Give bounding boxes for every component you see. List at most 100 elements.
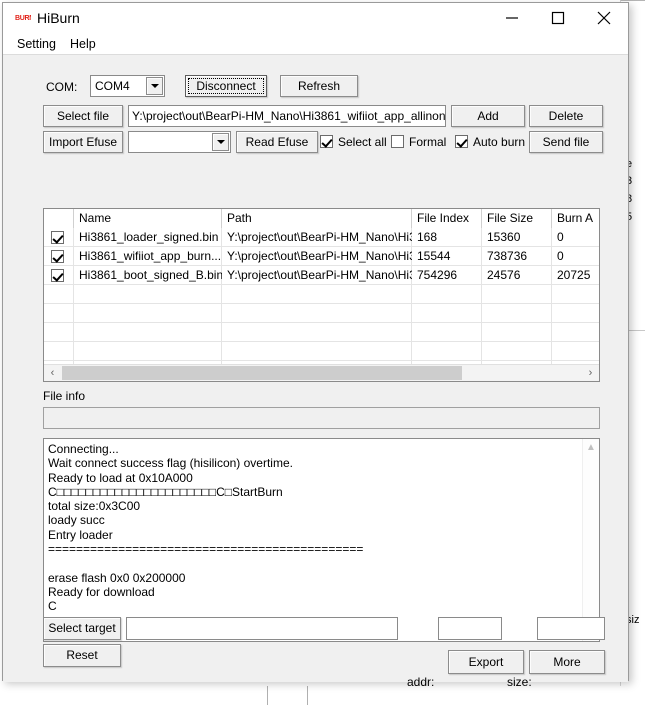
row-checkbox[interactable] — [51, 231, 64, 244]
read-efuse-button[interactable]: Read Efuse — [236, 131, 318, 153]
size-input[interactable] — [537, 617, 605, 640]
com-port-value: COM4 — [95, 79, 130, 93]
grid-line — [44, 303, 599, 304]
row-checkbox[interactable] — [51, 250, 64, 263]
scroll-left-arrow-icon[interactable]: ‹ — [44, 365, 61, 381]
send-file-button-label: Send file — [542, 135, 590, 149]
table-header-burn-addr[interactable]: Burn A — [552, 209, 599, 228]
size-label: size: — [507, 675, 532, 689]
formal-checkbox[interactable]: Formal — [391, 134, 446, 150]
file-list-table[interactable]: Name Path File Index File Size Burn A Hi… — [43, 208, 600, 382]
table-header-file-size[interactable]: File Size — [482, 209, 552, 228]
cell-path: Y:\project\out\BearPi-HM_Nano\Hi38... — [227, 268, 412, 282]
log-vertical-scrollbar[interactable]: ▲ ▼ — [582, 439, 599, 641]
cell-name: Hi3861_wifiiot_app_burn... — [79, 249, 222, 263]
scroll-right-arrow-icon[interactable]: › — [582, 365, 599, 381]
com-label: COM: — [46, 80, 78, 94]
grid-line — [44, 341, 599, 342]
add-button-label: Add — [477, 109, 499, 123]
cell-file-index: 15544 — [417, 249, 451, 263]
checkbox-box — [455, 135, 468, 148]
select-target-button-label: Select target — [48, 621, 116, 635]
cell-file-index: 168 — [417, 230, 438, 244]
import-efuse-button[interactable]: Import Efuse — [43, 131, 123, 153]
table-header-file-index[interactable]: File Index — [412, 209, 482, 228]
more-button-label: More — [553, 655, 581, 669]
table-row[interactable]: Hi3861_loader_signed.bin Y:\project\out\… — [44, 228, 599, 247]
table-row[interactable]: Hi3861_boot_signed_B.bin Y:\project\out\… — [44, 266, 599, 285]
chevron-down-icon[interactable] — [146, 77, 163, 95]
auto-burn-checkbox[interactable]: Auto burn — [455, 134, 525, 150]
title-bar: BURN HiBurn — [3, 3, 628, 33]
reset-button[interactable]: Reset — [43, 644, 121, 667]
cell-file-size: 24576 — [487, 268, 521, 282]
log-text: Connecting... Wait connect success flag … — [48, 442, 364, 614]
send-file-button[interactable]: Send file — [529, 131, 603, 153]
taskbar-tick-1 — [267, 686, 268, 705]
table-horizontal-scrollbar[interactable]: ‹ › — [44, 364, 599, 381]
cell-path: Y:\project\out\BearPi-HM_Nano\Hi38... — [227, 230, 412, 244]
chevron-down-icon[interactable] — [212, 133, 229, 151]
checkbox-box — [320, 135, 333, 148]
select-all-label: Select all — [338, 135, 387, 149]
select-target-button[interactable]: Select target — [43, 617, 121, 640]
table-header-check[interactable] — [44, 209, 74, 228]
delete-button[interactable]: Delete — [529, 105, 603, 127]
auto-burn-label: Auto burn — [473, 135, 526, 149]
cell-file-size: 15360 — [487, 230, 521, 244]
scroll-up-arrow-icon[interactable]: ▲ — [583, 440, 599, 456]
more-button[interactable]: More — [529, 650, 605, 674]
table-header-name[interactable]: Name — [74, 209, 222, 228]
file-path-input[interactable]: Y:\project\out\BearPi-HM_Nano\Hi3861_wif… — [128, 105, 446, 127]
import-efuse-button-label: Import Efuse — [48, 135, 118, 149]
com-port-select[interactable]: COM4 — [90, 75, 165, 97]
table-header-row: Name Path File Index File Size Burn A — [44, 209, 599, 228]
taskbar-tick-2 — [307, 686, 308, 705]
reset-button-label: Reset — [66, 648, 98, 662]
export-button-label: Export — [468, 655, 504, 669]
row-checkbox[interactable] — [51, 269, 64, 282]
cell-name: Hi3861_loader_signed.bin — [79, 230, 219, 244]
cell-burn-addr: 0 — [557, 249, 564, 263]
table-header-path[interactable]: Path — [222, 209, 412, 228]
addr-label: addr: — [407, 675, 435, 689]
minimize-button[interactable] — [489, 3, 535, 32]
log-console[interactable]: Connecting... Wait connect success flag … — [43, 438, 600, 642]
refresh-button-label: Refresh — [297, 79, 341, 93]
target-input[interactable] — [126, 617, 398, 640]
cell-name: Hi3861_boot_signed_B.bin — [79, 268, 222, 282]
export-button[interactable]: Export — [448, 650, 524, 674]
window-title: HiBurn — [37, 10, 80, 26]
read-efuse-button-label: Read Efuse — [245, 135, 309, 149]
efuse-select[interactable] — [128, 131, 231, 153]
maximize-button[interactable] — [535, 3, 581, 32]
formal-label: Formal — [409, 135, 447, 149]
client-area: COM: COM4 Disconnect Refresh Select file… — [3, 54, 628, 689]
addr-input[interactable] — [438, 617, 502, 640]
cell-file-index: 754296 — [417, 268, 458, 282]
taskbar-strip — [0, 686, 645, 705]
file-info-label: File info — [43, 389, 86, 403]
refresh-button[interactable]: Refresh — [280, 75, 358, 97]
close-button[interactable] — [581, 3, 627, 32]
table-body: Hi3861_loader_signed.bin Y:\project\out\… — [44, 228, 599, 364]
burn-logo-icon: BURN — [15, 15, 31, 22]
menu-item-setting[interactable]: Setting — [15, 36, 58, 52]
checkbox-box — [391, 135, 404, 148]
scrollbar-thumb[interactable] — [62, 366, 462, 380]
cell-file-size: 738736 — [487, 249, 528, 263]
close-icon — [597, 11, 611, 25]
select-file-button[interactable]: Select file — [43, 105, 123, 127]
minimize-icon — [506, 17, 518, 19]
menu-item-help[interactable]: Help — [68, 36, 98, 52]
select-all-checkbox[interactable]: Select all — [320, 134, 387, 150]
table-row[interactable]: Hi3861_wifiiot_app_burn... Y:\project\ou… — [44, 247, 599, 266]
delete-button-label: Delete — [548, 109, 584, 123]
cell-burn-addr: 20725 — [557, 268, 591, 282]
cell-burn-addr: 0 — [557, 230, 564, 244]
file-info-field[interactable] — [43, 407, 600, 429]
cell-path: Y:\project\out\BearPi-HM_Nano\Hi38... — [227, 249, 412, 263]
add-button[interactable]: Add — [451, 105, 525, 127]
select-file-button-label: Select file — [56, 109, 110, 123]
disconnect-button[interactable]: Disconnect — [185, 75, 267, 97]
